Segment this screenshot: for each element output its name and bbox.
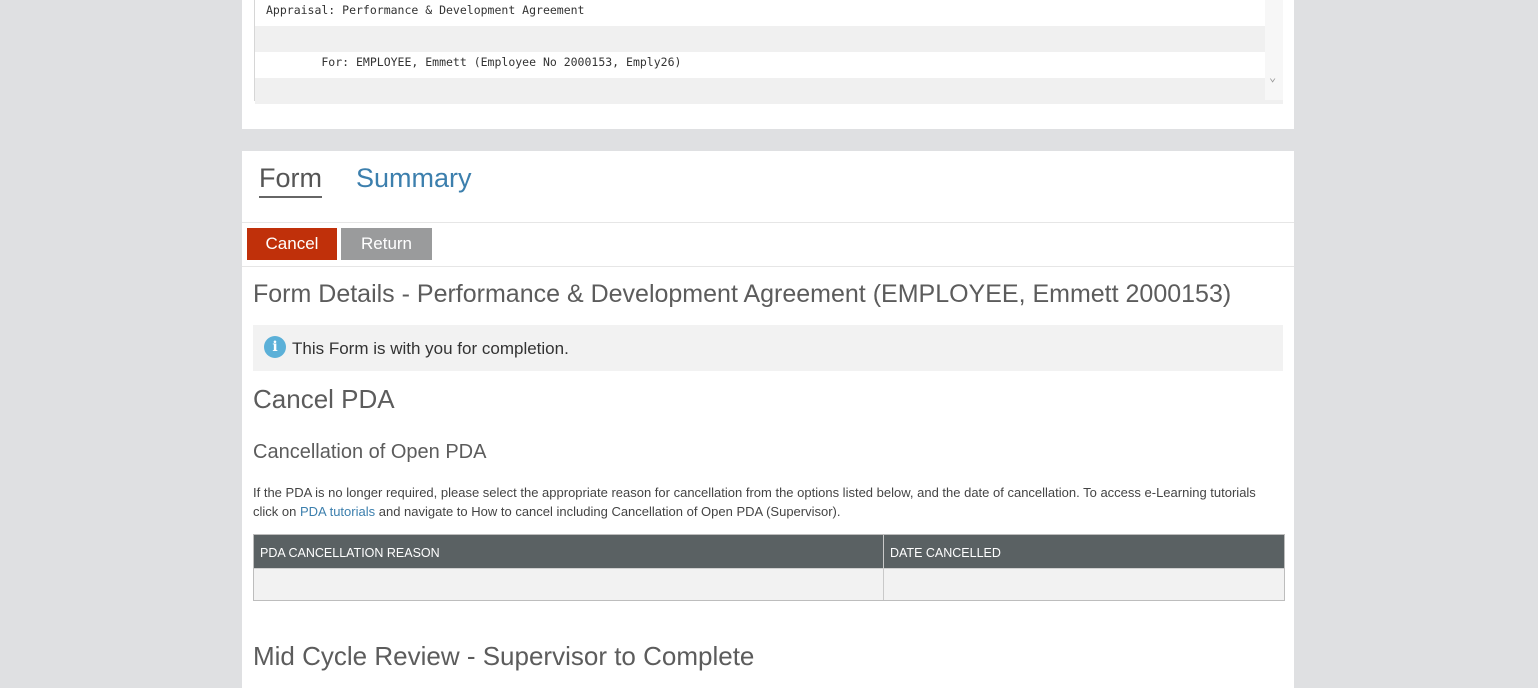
page-title: Form Details - Performance & Development… xyxy=(253,280,1232,308)
column-header-date: DATE CANCELLED xyxy=(890,546,1001,560)
tab-bar: Form Summary xyxy=(242,151,1294,223)
cancellation-table: PDA CANCELLATION REASON DATE CANCELLED xyxy=(253,534,1285,601)
instructions-paragraph: If the PDA is no longer required, please… xyxy=(253,483,1283,521)
section-heading-cancel-pda: Cancel PDA xyxy=(253,384,395,414)
table-header: PDA CANCELLATION REASON DATE CANCELLED xyxy=(254,535,1284,568)
report-text-box[interactable]: Appraisal: Performance & Development Agr… xyxy=(254,0,1283,104)
report-line xyxy=(255,26,1283,52)
report-line xyxy=(255,78,1283,104)
divider xyxy=(242,266,1294,267)
cancel-button[interactable]: Cancel xyxy=(247,228,337,260)
table-row xyxy=(254,568,1284,600)
column-header-reason: PDA CANCELLATION REASON xyxy=(254,535,884,568)
info-banner: i This Form is with you for completion. xyxy=(253,325,1283,371)
pda-tutorials-link[interactable]: PDA tutorials xyxy=(300,504,375,519)
return-button[interactable]: Return xyxy=(341,228,432,260)
chevron-down-icon[interactable]: ⌄ xyxy=(1269,70,1276,84)
info-text: This Form is with you for completion. xyxy=(292,339,569,358)
form-panel: Form Summary Cancel Return Form Details … xyxy=(242,151,1294,688)
report-line: For: EMPLOYEE, Emmett (Employee No 20001… xyxy=(266,55,682,69)
report-scrollbar[interactable]: ⌄ xyxy=(1265,0,1283,100)
section-heading-mid-cycle: Mid Cycle Review - Supervisor to Complet… xyxy=(253,641,755,671)
reason-cell[interactable] xyxy=(254,569,885,600)
date-cancelled-cell[interactable] xyxy=(884,569,1284,600)
info-icon: i xyxy=(264,336,286,358)
tab-summary[interactable]: Summary xyxy=(356,163,472,194)
tab-form[interactable]: Form xyxy=(259,163,322,198)
report-panel: Appraisal: Performance & Development Agr… xyxy=(242,0,1294,129)
instructions-text: and navigate to How to cancel including … xyxy=(375,504,841,519)
report-line: Appraisal: Performance & Development Agr… xyxy=(266,3,585,17)
subsection-heading-cancellation: Cancellation of Open PDA xyxy=(253,441,487,463)
